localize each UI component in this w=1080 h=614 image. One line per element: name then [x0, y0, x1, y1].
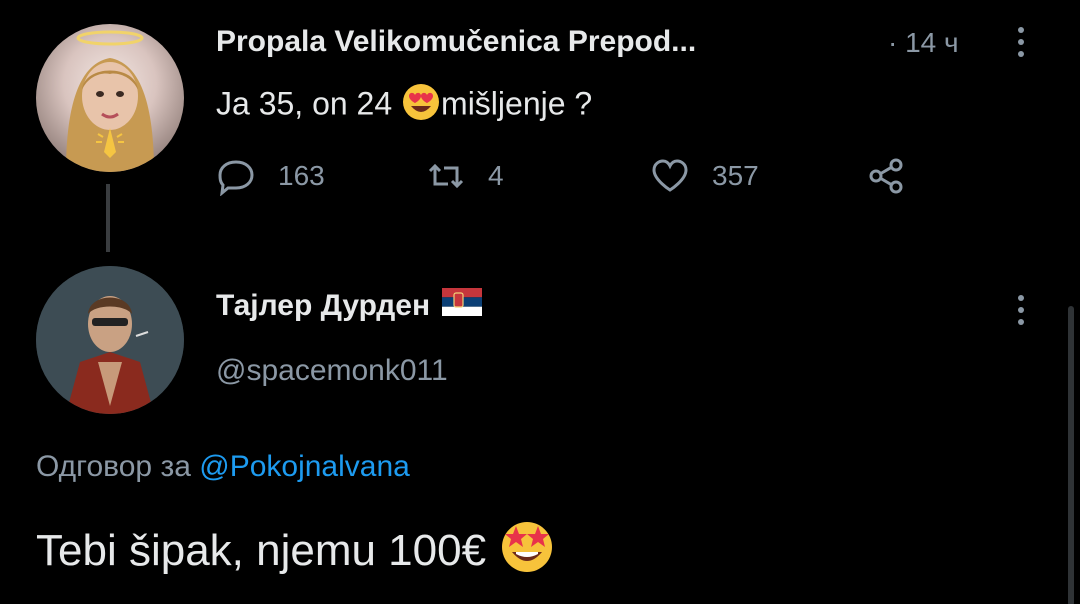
heart-eyes-emoji-icon — [401, 82, 441, 130]
thread-connector-line — [106, 184, 110, 252]
like-action[interactable]: 357 — [650, 156, 759, 196]
tweet-actions: 163 4 357 — [216, 156, 936, 202]
tweet-text: Tebi šipak, njemu 100€ — [36, 516, 556, 585]
star-struck-emoji-icon — [498, 516, 556, 585]
author-handle[interactable]: @spacemonk011 — [216, 354, 448, 388]
tweet-text-content: Tebi šipak, njemu 100€ — [36, 525, 487, 575]
more-options-icon[interactable] — [1016, 292, 1026, 336]
retweet-count: 4 — [488, 160, 504, 191]
author-name-text: Тајлер Дурден — [216, 289, 431, 322]
reply-icon — [218, 160, 254, 196]
reply-to-line: Одговор за @Pokojnalvana — [36, 450, 410, 484]
tweet-text: Ja 35, on 24 mišljenje ? — [216, 82, 592, 130]
like-count: 357 — [712, 160, 759, 191]
scrollbar[interactable] — [1068, 306, 1074, 606]
timestamp[interactable]: · 14 ч — [888, 27, 959, 59]
bottom-edge-strip — [0, 604, 1080, 614]
reply-count: 163 — [278, 160, 325, 191]
reply-action[interactable]: 163 — [216, 156, 325, 196]
share-icon — [869, 158, 903, 194]
reply-mention-link[interactable]: @Pokojnalvana — [199, 450, 410, 483]
tweet-text-start: Ja 35, on 24 — [216, 85, 402, 122]
avatar[interactable] — [36, 266, 184, 414]
serbia-flag-icon — [442, 288, 483, 324]
tweet-thread-screen: Propala Velikomučenica Prepod... · 14 ч … — [0, 0, 1080, 614]
avatar-portrait-icon — [66, 30, 154, 172]
heart-icon — [652, 159, 688, 192]
share-action[interactable] — [866, 156, 906, 196]
tweet-text-end: mišljenje ? — [441, 85, 593, 122]
author-name[interactable]: Тајлер Дурден — [216, 288, 483, 324]
author-name[interactable]: Propala Velikomučenica Prepod... — [216, 25, 696, 59]
more-options-icon[interactable] — [1016, 24, 1026, 68]
avatar-portrait-icon — [36, 266, 184, 414]
retweet-action[interactable]: 4 — [426, 156, 504, 196]
retweet-icon — [428, 163, 464, 189]
reply-prefix: Одговор за — [36, 450, 200, 483]
avatar[interactable] — [36, 24, 184, 172]
